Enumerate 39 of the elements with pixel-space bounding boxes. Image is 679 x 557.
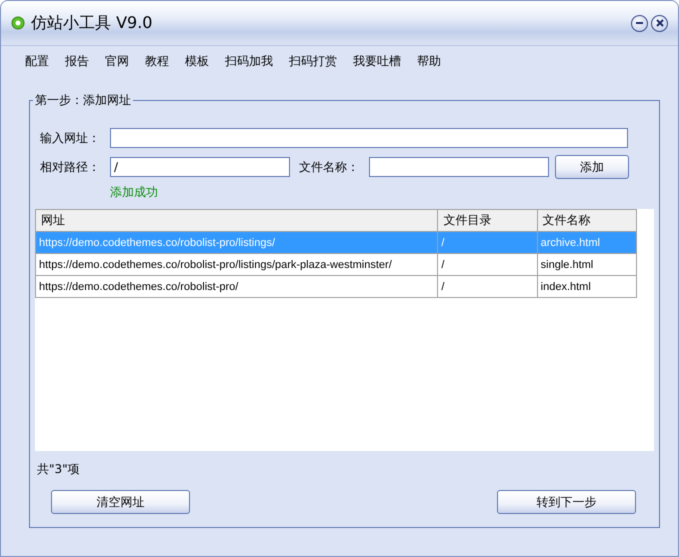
filename-input-field[interactable]: [369, 157, 549, 177]
column-header[interactable]: 文件目录: [438, 210, 538, 232]
add-button[interactable]: 添加: [555, 155, 629, 179]
table-cell: index.html: [537, 276, 636, 298]
minimize-icon: [636, 22, 643, 24]
close-button[interactable]: [651, 14, 668, 32]
menu-item[interactable]: 扫码打赏: [281, 52, 345, 74]
column-header[interactable]: 网址: [36, 210, 438, 232]
column-header[interactable]: 文件名称: [537, 210, 636, 232]
menu-item[interactable]: 报告: [57, 52, 97, 74]
table-cell: https://demo.codethemes.co/robolist-pro/: [36, 276, 438, 298]
close-icon: [656, 19, 664, 27]
table-cell: /: [438, 254, 538, 276]
menu-item[interactable]: 配置: [17, 52, 57, 74]
group-title: 第一步：添加网址: [34, 92, 132, 109]
table-cell: /: [438, 232, 538, 254]
window-title: 仿站小工具 V9.0: [31, 12, 154, 34]
item-count: 共"3"项: [37, 461, 81, 478]
table-cell: https://demo.codethemes.co/robolist-pro/listings/park-plaza-westminster/: [36, 254, 438, 276]
menu-item[interactable]: 模板: [177, 52, 217, 74]
menu-item[interactable]: 扫码加我: [217, 52, 281, 74]
path-input-field[interactable]: /: [110, 157, 290, 177]
menu-item[interactable]: 教程: [137, 52, 177, 74]
menu-item[interactable]: 我要吐槽: [345, 52, 409, 74]
field-label: 文件名称：: [299, 158, 360, 176]
table-cell: archive.html: [537, 232, 636, 254]
clear-button[interactable]: 清空网址: [51, 490, 190, 514]
status-message: 添加成功: [110, 184, 159, 201]
table-cell: https://demo.codethemes.co/robolist-pro/listings/: [36, 232, 438, 254]
menu-item[interactable]: 帮助: [409, 52, 449, 74]
field-label: 相对路径：: [40, 158, 101, 176]
minimize-button[interactable]: [631, 14, 648, 32]
app-icon: [11, 16, 25, 30]
next-step-button[interactable]: 转到下一步: [497, 490, 636, 514]
url-input-field[interactable]: [110, 128, 628, 148]
menu-item[interactable]: 官网: [97, 52, 137, 74]
table-cell: single.html: [537, 254, 636, 276]
table-cell: /: [438, 276, 538, 298]
field-label: 输入网址：: [40, 130, 101, 146]
